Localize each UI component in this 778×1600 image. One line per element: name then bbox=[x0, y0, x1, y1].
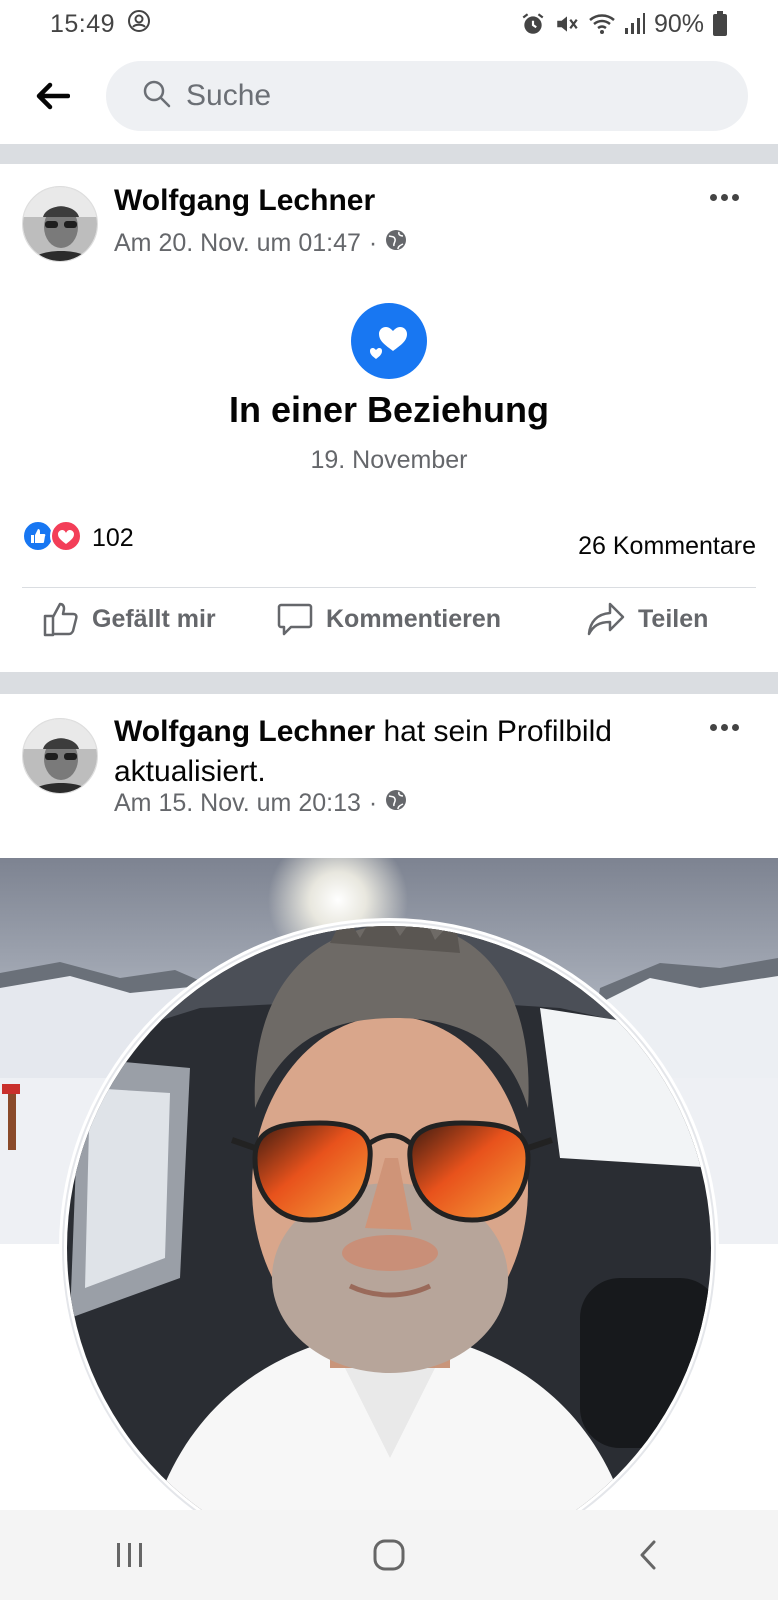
battery-text: 90% bbox=[653, 9, 704, 38]
wifi-icon bbox=[588, 11, 616, 37]
life-event-title: In einer Beziehung bbox=[228, 389, 550, 430]
section-divider bbox=[0, 672, 778, 694]
search-icon bbox=[142, 79, 172, 114]
globe-icon bbox=[385, 229, 407, 258]
system-back-button[interactable] bbox=[608, 1525, 688, 1585]
comment-icon bbox=[277, 603, 313, 636]
search-placeholder: Suche bbox=[186, 79, 272, 112]
post-profile-picture: Wolfgang Lechner hat sein Profilbild akt… bbox=[0, 694, 778, 858]
post-life-event: Wolfgang Lechner Am 20. Nov. um 01:47 · … bbox=[0, 164, 778, 672]
post-meta: Am 20. Nov. um 01:47 · bbox=[114, 229, 407, 258]
avatar[interactable] bbox=[22, 718, 98, 794]
thumbs-up-icon bbox=[43, 602, 78, 637]
meta-dot: · bbox=[368, 229, 378, 257]
post-timestamp[interactable]: Am 15. Nov. um 20:13 bbox=[114, 789, 361, 818]
arrow-left-icon bbox=[36, 82, 70, 110]
more-options-button[interactable] bbox=[704, 182, 744, 212]
recent-apps-icon bbox=[116, 1543, 142, 1567]
post-timestamp[interactable]: Am 20. Nov. um 01:47 bbox=[114, 229, 361, 258]
back-button[interactable] bbox=[26, 69, 80, 123]
globe-icon bbox=[385, 789, 407, 818]
mute-icon bbox=[554, 11, 580, 37]
post-author[interactable]: Wolfgang Lechner bbox=[114, 715, 375, 748]
post-author[interactable]: Wolfgang Lechner bbox=[114, 184, 375, 218]
comment-button[interactable]: Kommentieren bbox=[276, 600, 501, 638]
post-meta: Am 15. Nov. um 20:13 · bbox=[114, 789, 407, 818]
battery-icon bbox=[712, 11, 728, 37]
search-header: Suche bbox=[0, 48, 778, 144]
home-icon bbox=[373, 1539, 405, 1571]
actions-separator bbox=[22, 587, 756, 588]
system-nav-bar bbox=[0, 1510, 778, 1600]
reactions-summary[interactable]: 102 bbox=[22, 520, 134, 557]
status-time: 15:49 bbox=[50, 9, 116, 38]
alarm-icon bbox=[520, 11, 546, 37]
status-bar: 15:49 90% bbox=[0, 0, 778, 48]
home-button[interactable] bbox=[349, 1525, 429, 1585]
share-label: Teilen bbox=[638, 604, 709, 633]
reaction-count: 102 bbox=[92, 524, 134, 552]
like-label: Gefällt mir bbox=[92, 604, 216, 633]
life-event-date: 19. November bbox=[310, 446, 468, 474]
comment-label: Kommentieren bbox=[326, 604, 502, 633]
chevron-left-icon bbox=[640, 1540, 656, 1570]
share-button[interactable]: Teilen bbox=[586, 600, 708, 638]
like-button[interactable]: Gefällt mir bbox=[42, 600, 216, 638]
signal-icon bbox=[624, 12, 646, 36]
account-circle-icon bbox=[127, 9, 151, 40]
meta-dot: · bbox=[368, 789, 378, 817]
recent-apps-button[interactable] bbox=[90, 1525, 170, 1585]
avatar[interactable] bbox=[22, 186, 98, 262]
post-headline: Wolfgang Lechner hat sein Profilbild akt… bbox=[114, 712, 704, 792]
profile-picture-photo[interactable] bbox=[0, 858, 778, 1510]
love-reaction-icon bbox=[50, 520, 82, 557]
section-divider bbox=[0, 144, 778, 164]
more-options-button[interactable] bbox=[704, 712, 744, 742]
heart-icon bbox=[351, 303, 427, 379]
search-input[interactable]: Suche bbox=[106, 61, 748, 131]
share-icon bbox=[587, 602, 625, 636]
comments-count[interactable]: 26 Kommentare bbox=[578, 532, 756, 561]
